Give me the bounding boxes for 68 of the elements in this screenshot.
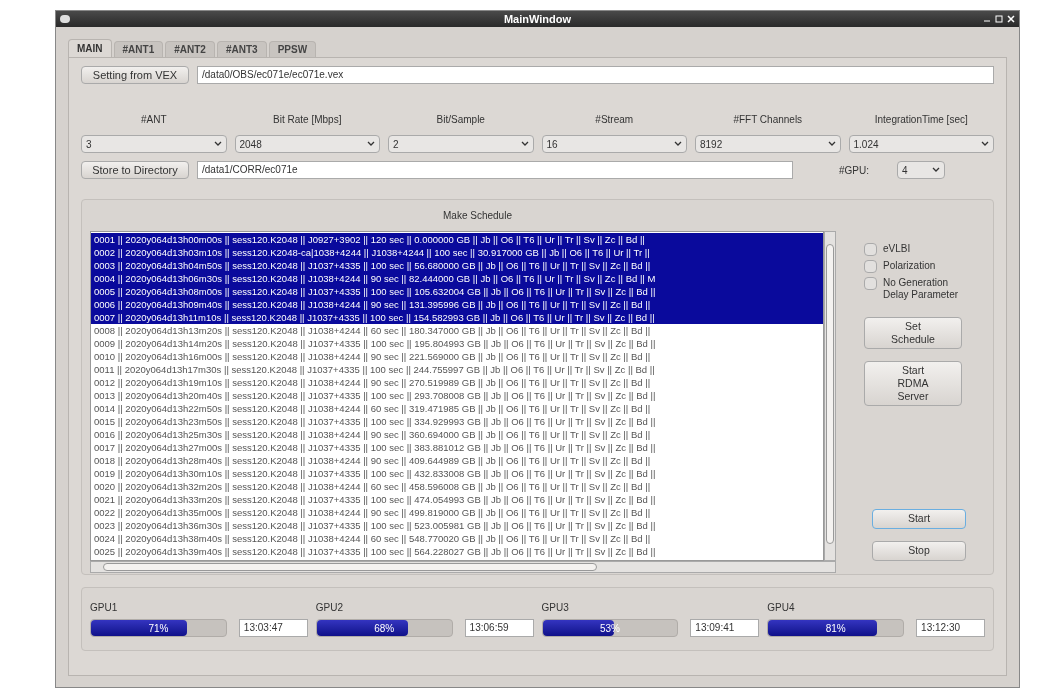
time-field[interactable]: 13:09:41 [690,619,760,637]
caret-icon [827,141,836,147]
setting-from-vex-button[interactable]: Setting from VEX [81,66,189,84]
setting-label: Bit Rate [Mbps] [273,113,342,127]
gpu-count-label: #GPU: [839,163,869,178]
gpu-label: GPU4 [767,601,796,615]
time-field[interactable]: 13:03:47 [238,619,308,637]
maximize-icon[interactable] [995,15,1003,23]
run-button[interactable]: Start [872,509,966,529]
action-button[interactable]: Start RDMA Server [864,361,962,406]
time-field[interactable]: 13:12:30 [916,619,985,637]
gpu-label: GPU3 [541,601,570,615]
setting-label: #ANT [140,113,167,127]
schedule-list[interactable] [90,231,824,561]
scroll-thumb[interactable] [826,244,834,544]
close-icon[interactable] [1007,15,1015,23]
run-button[interactable]: Stop [872,541,966,561]
schedule-row[interactable]: 0004 || 2020y064d13h06m30s || sess120.K2048 || J1038+4244 || 90 sec || 82.444000 GB || Jb || O6 || T6 || Ur || Tr || Sv || Zc || Bd || M [91,272,823,285]
setting-dropdown[interactable]: 3 [81,135,227,153]
caret-icon [367,141,375,147]
checkbox[interactable] [864,277,877,290]
tab[interactable]: MAIN [68,39,112,57]
setting-dropdown[interactable]: 16 [541,135,687,153]
gpu-label: GPU1 [90,601,119,615]
setting-dropdown[interactable]: 2 [388,135,534,153]
checkbox[interactable] [864,260,877,273]
progress-percent: 81% [824,621,847,636]
setting-dropdown[interactable]: 1.024 [848,135,994,153]
caret-icon [981,141,989,147]
schedule-row[interactable]: 0007 || 2020y064d13h11m10s || sess120.K2048 || J1037+4335 || 100 sec || 154.582993 GB || Jb || O6 || T6 || Ur || Tr || Sv || Zc || Bd || [91,311,823,324]
schedule-row[interactable]: 0001 || 2020y064d13h00m00s || sess120.K2048 || J0927+3902 || 120 sec || 0.000000 GB || Jb || O6 || T6 || Ur || Tr || Sv || Zc || Bd || [91,233,823,246]
tab[interactable]: #ANT3 [216,41,267,57]
progress-percent: 71% [147,621,170,636]
setting-dropdown[interactable]: 8192 [695,135,841,153]
setting-label: #FFT Channels [733,113,803,127]
schedule-row[interactable]: 0002 || 2020y064d13h03m10s || sess120.K2048-ca|1038+4244 || J1038+4244 || 100 sec || 30.917000 GB || Jb || O6 || T6 || Ur || Tr || [91,246,823,259]
scroll-thumb[interactable] [103,563,597,571]
tab[interactable]: #ANT1 [113,41,164,57]
progress-percent: 68% [373,621,396,636]
schedule-row[interactable]: 0005 || 2020y064d13h08m00s || sess120.K2048 || J1037+4335 || 100 sec || 105.632004 GB || Jb || O6 || T6 || Ur || Tr || Sv || Zc || Bd || [91,285,823,298]
store-directory-field[interactable]: /data1/CORR/ec071e [197,161,793,179]
caret-icon [674,141,682,147]
checkbox-label: eVLBI [883,243,912,255]
tab[interactable]: #ANT2 [165,41,215,57]
schedule-row[interactable]: 0006 || 2020y064d13h09m40s || sess120.K2048 || J1038+4244 || 90 sec || 131.395996 GB || Jb || O6 || T6 || Ur || Tr || Sv || Zc || Bd || [91,298,823,311]
gpu-count-dropdown[interactable]: 4 [897,161,945,179]
setting-dropdown[interactable]: 2048 [234,135,380,153]
checkbox-label: No Generation Delay Parameter [883,277,960,301]
caret-icon [932,167,940,173]
schedule-row[interactable]: 0003 || 2020y064d13h04m50s || sess120.K2048 || J1037+4335 || 100 sec || 56.680000 GB || Jb || O6 || T6 || Ur || Tr || Sv || Zc || Bd || [91,259,823,272]
action-button[interactable]: Set Schedule [864,317,962,349]
vertical-scrollbar[interactable] [824,231,836,561]
window-title: MainWindow [503,11,572,27]
panel-title: Make Schedule [442,209,513,223]
caret-icon [213,141,222,147]
app-icon [60,15,70,23]
vex-path-field[interactable]: /data0/OBS/ec071e/ec071e.vex [197,66,994,84]
time-field[interactable]: 13:06:59 [464,619,534,637]
checkbox-label: Polarization [883,260,937,272]
caret-icon [520,141,529,147]
gpu-label: GPU2 [315,601,344,615]
setting-label: Bit/Sample [436,113,485,127]
horizontal-scrollbar[interactable] [90,561,836,573]
tab[interactable]: PPSW [268,41,317,57]
setting-label: IntegrationTime [sec] [874,113,968,127]
store-to-directory-button[interactable]: Store to Directory [81,161,189,179]
checkbox[interactable] [864,243,877,256]
setting-label: #Stream [595,113,634,127]
